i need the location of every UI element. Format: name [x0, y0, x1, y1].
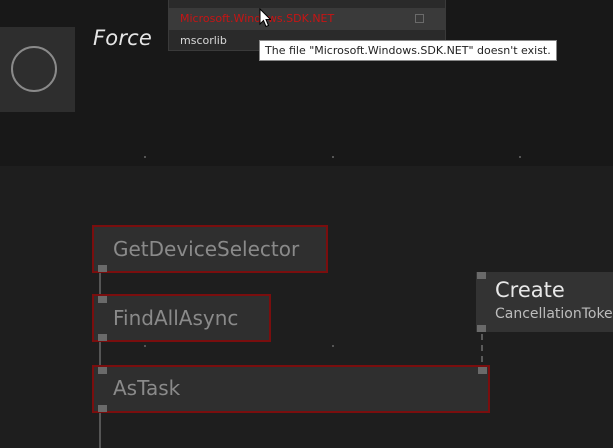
node-subtitle: CancellationTokenSource [495, 306, 613, 322]
output-pin[interactable] [98, 265, 107, 272]
node-create-cancellation-token-source[interactable]: Create CancellationTokenSource [476, 272, 613, 332]
tooltip: The file "Microsoft.Windows.SDK.NET" doe… [259, 40, 557, 61]
grid-dot [144, 345, 146, 347]
dropdown-item-missing[interactable]: Microsoft.Windows.SDK.NET [169, 8, 445, 30]
dropdown-item[interactable] [169, 0, 445, 4]
grid-dot [332, 156, 334, 158]
node-find-all-async[interactable]: FindAllAsync [92, 294, 271, 342]
output-pin[interactable] [477, 325, 486, 332]
node-get-device-selector[interactable]: GetDeviceSelector [92, 225, 328, 273]
checkbox-icon[interactable] [415, 14, 424, 23]
link-wire[interactable] [99, 340, 101, 368]
grid-dot [144, 156, 146, 158]
dropdown-item-label: mscorlib [180, 34, 227, 47]
input-pin[interactable] [478, 367, 487, 374]
node-label: GetDeviceSelector [113, 237, 300, 261]
dropdown-item-label: Microsoft.Windows.SDK.NET [180, 12, 335, 25]
grid-dot [332, 345, 334, 347]
mouse-pointer-icon [259, 8, 271, 28]
patch-editor: Force GetDeviceSelector FindAllAsync AsT… [0, 0, 613, 448]
circle-icon [11, 46, 57, 92]
link-wire[interactable] [99, 412, 101, 448]
node-as-task[interactable]: AsTask [92, 365, 490, 413]
output-pin[interactable] [98, 405, 107, 412]
force-node-title: Force [93, 26, 153, 50]
node-title: Create [495, 278, 565, 302]
output-pin[interactable] [98, 334, 107, 341]
grid-dot [519, 156, 521, 158]
input-pin[interactable] [98, 367, 107, 374]
node-label: FindAllAsync [113, 306, 239, 330]
input-pin[interactable] [477, 272, 486, 279]
link-wire-dashed[interactable] [481, 334, 483, 362]
input-pin[interactable] [98, 296, 107, 303]
force-node[interactable] [0, 27, 75, 112]
node-label: AsTask [113, 376, 181, 400]
